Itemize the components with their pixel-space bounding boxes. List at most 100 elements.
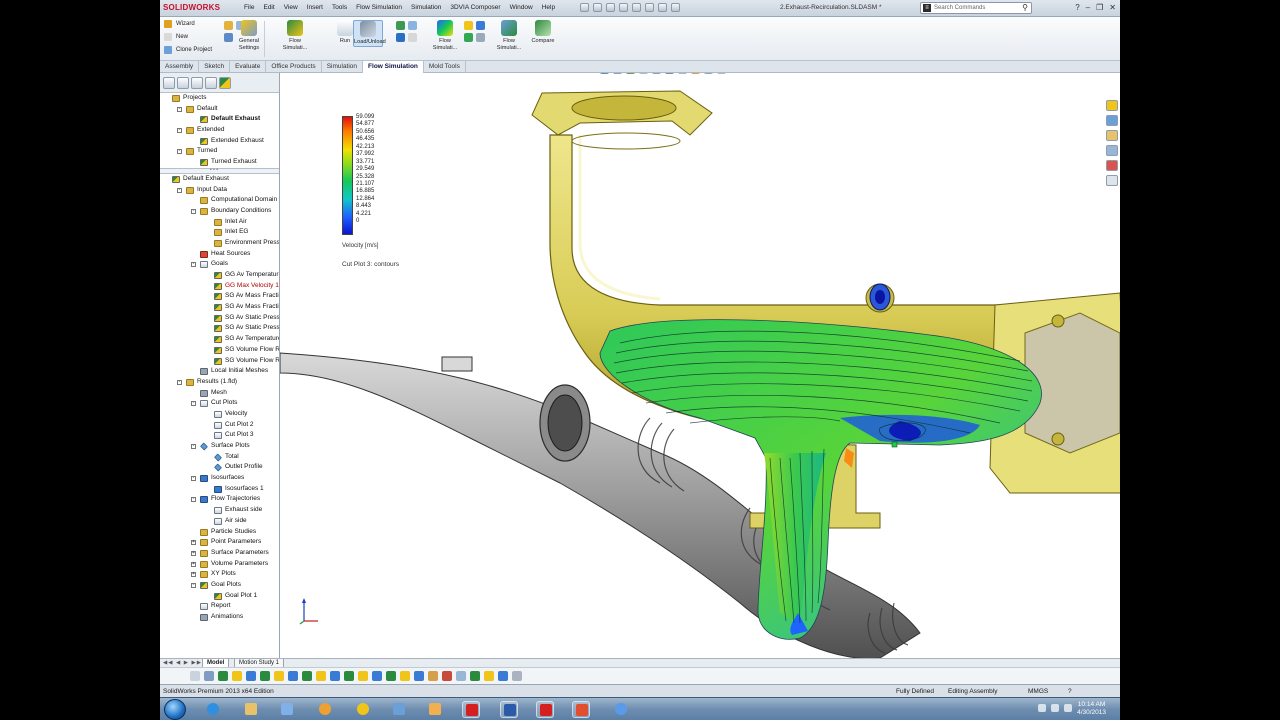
result-view-7-icon[interactable] (302, 671, 312, 681)
tree-item[interactable]: Projects (160, 93, 279, 104)
tree-item[interactable]: - Surface Plots (160, 441, 279, 452)
taskbar-app-1[interactable] (316, 701, 334, 718)
tab-scroll-arrows[interactable]: ◀◀ ◀ ▶ ▶▶ (163, 660, 202, 666)
hide-show-items-icon[interactable] (678, 73, 687, 74)
dimxpert-tab-icon[interactable] (205, 77, 217, 89)
tree-item[interactable]: + Surface Parameters (160, 548, 279, 559)
result-view-21-icon[interactable] (498, 671, 508, 681)
cut-plot-icon[interactable] (464, 21, 473, 30)
tree-item[interactable]: SG Av Static Pressur (160, 313, 279, 324)
taskbar-explorer[interactable] (242, 701, 260, 718)
apply-scene-icon[interactable] (704, 73, 713, 74)
tree-item[interactable]: GG Max Velocity 1 (160, 281, 279, 292)
result-view-11-icon[interactable] (358, 671, 368, 681)
tree-item[interactable]: - Goals (160, 259, 279, 270)
cursor-mode-icon[interactable] (204, 671, 214, 681)
tree-item[interactable]: Heat Sources (160, 249, 279, 260)
propertymanager-tab-icon[interactable] (177, 77, 189, 89)
zoom-to-fit-icon[interactable] (600, 73, 609, 74)
result-view-3-icon[interactable] (246, 671, 256, 681)
tree-item[interactable]: Cut Plot 2 (160, 420, 279, 431)
tab-sketch[interactable]: Sketch (199, 61, 231, 73)
collapse-icon[interactable]: - (177, 187, 182, 193)
save-results-icon[interactable] (396, 33, 405, 42)
custom-properties-tab-icon[interactable] (1106, 175, 1118, 186)
tree-item[interactable]: Goal Plot 1 (160, 591, 279, 602)
tree-item[interactable]: Inlet Air (160, 217, 279, 228)
wizard-button[interactable]: Wizard (164, 20, 195, 28)
taskbar-app-2[interactable] (354, 701, 372, 718)
view-palette-tab-icon[interactable] (1106, 145, 1118, 156)
print-icon[interactable] (619, 3, 628, 12)
tree-item[interactable]: - Cut Plots (160, 398, 279, 409)
collapse-icon[interactable]: - (177, 149, 182, 155)
surface-plot-icon[interactable] (476, 21, 485, 30)
tree-item[interactable]: Air side (160, 516, 279, 527)
tree-item[interactable]: Cut Plot 3 (160, 430, 279, 441)
edit-appearance-icon[interactable] (691, 73, 700, 74)
tree-item[interactable]: GG Av Temperature (160, 270, 279, 281)
general-settings-button[interactable]: General Settings (234, 20, 264, 51)
collapse-icon[interactable]: - (191, 208, 196, 214)
tree-item[interactable]: - Input Data (160, 185, 279, 196)
result-view-15-icon[interactable] (414, 671, 424, 681)
collapse-icon[interactable]: - (191, 497, 196, 503)
result-view-6-icon[interactable] (288, 671, 298, 681)
collapse-icon[interactable]: - (191, 476, 196, 482)
compare-button[interactable]: Compare (528, 20, 558, 45)
menu-edit[interactable]: Edit (263, 4, 274, 11)
menu-simulation[interactable]: Simulation (411, 4, 441, 11)
result-view-4-icon[interactable] (260, 671, 270, 681)
tree-item[interactable]: + Volume Parameters (160, 559, 279, 570)
result-view-17-icon[interactable] (442, 671, 452, 681)
result-view-22-icon[interactable] (512, 671, 522, 681)
taskbar-app-4[interactable] (426, 701, 444, 718)
tree-item[interactable]: Animations (160, 612, 279, 623)
tree-item[interactable]: - Turned (160, 146, 279, 157)
view-settings-icon[interactable] (717, 73, 726, 74)
result-view-9-icon[interactable] (330, 671, 340, 681)
close-icon[interactable]: ✕ (1109, 3, 1116, 12)
tree-item[interactable]: - Boundary Conditions (160, 206, 279, 217)
tab-mold-tools[interactable]: Mold Tools (424, 61, 466, 73)
design-library-tab-icon[interactable] (1106, 115, 1118, 126)
result-view-13-icon[interactable] (386, 671, 396, 681)
save-icon[interactable] (606, 3, 615, 12)
search-icon[interactable]: ⚲ (1022, 3, 1028, 12)
result-view-2-icon[interactable] (232, 671, 242, 681)
collapse-icon[interactable]: - (191, 262, 196, 268)
tree-item[interactable]: - Goal Plots (160, 580, 279, 591)
new-project-button[interactable]: New (164, 33, 188, 41)
taskbar-solidworks-1[interactable] (462, 701, 480, 718)
flow-simulation-insert-button[interactable]: Flow Simulati... (280, 20, 310, 51)
tree-item[interactable]: + XY Plots (160, 569, 279, 580)
mesh-icon[interactable] (408, 21, 417, 30)
configurationmanager-tab-icon[interactable] (191, 77, 203, 89)
tree-item[interactable]: Default Exhaust (160, 174, 279, 185)
menu-help[interactable]: Help (542, 4, 555, 11)
tree-item[interactable]: Total (160, 452, 279, 463)
tree-item[interactable]: SG Av Mass Fraction (160, 302, 279, 313)
tree-item[interactable]: Computational Domain (160, 195, 279, 206)
menu-flow-simulation[interactable]: Flow Simulation (356, 4, 402, 11)
network-icon[interactable] (1038, 704, 1046, 712)
expand-icon[interactable]: + (191, 540, 196, 546)
resources-tab-icon[interactable] (1106, 100, 1118, 111)
search-commands-input[interactable]: ≡ Search Commands ⚲ (920, 2, 1032, 14)
tree-item[interactable]: SG Av Mass Fraction (160, 291, 279, 302)
tree-item[interactable]: Isosurfaces 1 (160, 484, 279, 495)
result-view-18-icon[interactable] (456, 671, 466, 681)
undo-icon[interactable] (632, 3, 641, 12)
tree-item[interactable]: Report (160, 601, 279, 612)
tree-item[interactable]: - Isosurfaces (160, 473, 279, 484)
tree-item[interactable]: - Extended (160, 125, 279, 136)
tree-item[interactable]: Mesh (160, 388, 279, 399)
select-tool-icon[interactable] (190, 671, 200, 681)
tree-item[interactable]: Velocity (160, 409, 279, 420)
unit-system[interactable]: MMGS (1028, 688, 1048, 695)
tree-item[interactable]: Extended Exhaust (160, 136, 279, 147)
computational-domain-icon[interactable] (224, 21, 233, 30)
tree-item[interactable]: + Point Parameters (160, 537, 279, 548)
result-view-12-icon[interactable] (372, 671, 382, 681)
taskbar-ie[interactable] (204, 701, 222, 718)
